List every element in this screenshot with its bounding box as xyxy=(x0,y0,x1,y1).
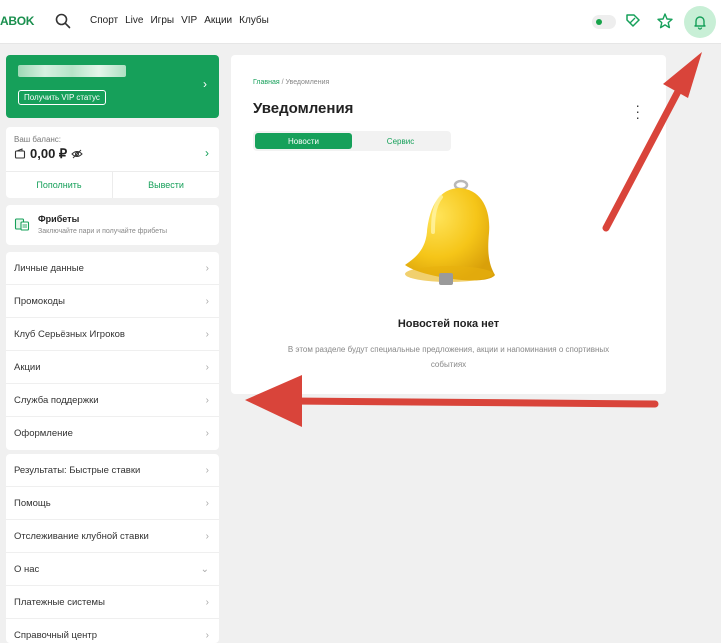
bell-illustration-icon xyxy=(405,179,495,285)
chevron-right-icon: › xyxy=(203,77,207,91)
tab-service[interactable]: Сервис xyxy=(352,133,449,149)
chevron-right-icon: › xyxy=(205,362,209,373)
theme-toggle[interactable] xyxy=(592,15,616,29)
notifications-button[interactable] xyxy=(684,6,716,38)
freebets-card[interactable]: Фрибеты Заключайте пари и получайте фриб… xyxy=(6,205,219,245)
more-options-icon[interactable]: · · · xyxy=(635,98,640,124)
chevron-right-icon[interactable]: › xyxy=(205,146,209,160)
get-vip-button[interactable]: Получить VIP статус xyxy=(18,90,106,105)
menu-item-label: Клуб Серьёзных Игроков xyxy=(14,328,125,340)
chevron-down-icon: ⌄ xyxy=(200,564,209,575)
menu-item-label: О нас xyxy=(14,563,40,575)
chevron-right-icon: › xyxy=(205,428,209,439)
nav-sport[interactable]: Спорт xyxy=(90,15,118,26)
vip-card[interactable]: Получить VIP статус › xyxy=(6,55,219,118)
menu-item-fast-bets-results[interactable]: Результаты: Быстрые ставки › xyxy=(6,454,219,487)
menu-item-label: Результаты: Быстрые ставки xyxy=(14,464,141,476)
breadcrumb-home[interactable]: Главная xyxy=(253,79,280,86)
coupon-icon[interactable] xyxy=(624,12,642,30)
menu-item-label: Платежные системы xyxy=(14,596,105,608)
chevron-right-icon: › xyxy=(205,296,209,307)
menu-item-about[interactable]: О нас ⌄ xyxy=(6,553,219,586)
chevron-right-icon: › xyxy=(205,630,209,641)
info-menu: Результаты: Быстрые ставки › Помощь › Отсл… xyxy=(6,454,219,643)
menu-item-promocodes[interactable]: Промокоды › xyxy=(6,285,219,318)
balance-actions: Пополнить Вывести xyxy=(6,171,219,198)
balance-amount: 0,00 ₽ xyxy=(30,146,68,161)
star-icon[interactable] xyxy=(656,12,674,30)
bell-icon xyxy=(694,16,706,30)
withdraw-button[interactable]: Вывести xyxy=(113,172,219,198)
menu-item-label: Справочный центр xyxy=(14,630,98,641)
empty-state-description: В этом разделе будут специальные предлож… xyxy=(287,345,610,369)
breadcrumb: Главная / Уведомления xyxy=(253,79,329,86)
page-title: Уведомления xyxy=(253,100,354,117)
main-nav: Спорт Live Игры VIP Акции Клубы xyxy=(90,15,269,26)
wallet-icon xyxy=(14,148,26,159)
chevron-right-icon: › xyxy=(205,395,209,406)
nav-vip[interactable]: VIP xyxy=(181,15,197,26)
menu-item-label: Отслеживание клубной ставки xyxy=(14,530,149,542)
account-menu: Личные данные › Промокоды › Клуб Серьёзных… xyxy=(6,252,219,450)
chevron-right-icon: › xyxy=(205,263,209,274)
menu-item-label: Акции xyxy=(14,361,41,373)
chevron-right-icon: › xyxy=(205,465,209,476)
nav-clubs[interactable]: Клубы xyxy=(239,15,269,26)
menu-item-appearance[interactable]: Оформление › xyxy=(6,417,219,450)
menu-item-label: Служба поддержки xyxy=(14,394,99,406)
nav-promotions[interactable]: Акции xyxy=(204,15,232,26)
empty-state-title: Новостей пока нет xyxy=(397,318,500,330)
deposit-button[interactable]: Пополнить xyxy=(6,172,113,198)
eye-off-icon[interactable] xyxy=(71,148,83,160)
chevron-right-icon: › xyxy=(205,498,209,509)
brand-logo[interactable]: ABOK xyxy=(0,14,34,28)
menu-item-club-bet-tracking[interactable]: Отслеживание клубной ставки › xyxy=(6,520,219,553)
chevron-right-icon: › xyxy=(205,597,209,608)
chevron-right-icon: › xyxy=(205,531,209,542)
menu-item-label: Помощь xyxy=(14,497,51,509)
notification-tabs: Новости Сервис xyxy=(253,131,451,151)
menu-item-personal-data[interactable]: Личные данные › xyxy=(6,252,219,285)
breadcrumb-current: Уведомления xyxy=(285,79,330,86)
menu-item-label: Промокоды xyxy=(14,295,65,307)
menu-item-help-center[interactable]: Справочный центр › xyxy=(6,619,219,643)
menu-item-label: Личные данные xyxy=(14,262,84,274)
menu-item-help[interactable]: Помощь › xyxy=(6,487,219,520)
notifications-panel: Главная / Уведомления Уведомления · · · Но… xyxy=(231,55,666,394)
username-blurred xyxy=(18,65,126,77)
nav-games[interactable]: Игры xyxy=(150,15,174,26)
search-icon[interactable] xyxy=(54,12,72,30)
menu-item-serious-players-club[interactable]: Клуб Серьёзных Игроков › xyxy=(6,318,219,351)
top-header: ABOK Спорт Live Игры VIP Акции Клубы xyxy=(0,0,721,44)
tab-news[interactable]: Новости xyxy=(255,133,352,149)
menu-item-support[interactable]: Служба поддержки › xyxy=(6,384,219,417)
balance-row: 0,00 ₽ xyxy=(14,146,83,162)
menu-item-payment-systems[interactable]: Платежные системы › xyxy=(6,586,219,619)
freebet-coupon-icon xyxy=(14,218,30,231)
menu-item-promotions[interactable]: Акции › xyxy=(6,351,219,384)
nav-live[interactable]: Live xyxy=(125,15,143,26)
freebets-title: Фрибеты xyxy=(38,214,80,224)
menu-item-label: Оформление xyxy=(14,428,73,439)
balance-card: Ваш баланс: 0,00 ₽ › Пополнить Вывести xyxy=(6,127,219,198)
toggle-dot xyxy=(596,19,602,25)
chevron-right-icon: › xyxy=(205,329,209,340)
balance-label: Ваш баланс: xyxy=(14,135,62,144)
freebets-subtitle: Заключайте пари и получайте фрибеты xyxy=(38,228,168,235)
